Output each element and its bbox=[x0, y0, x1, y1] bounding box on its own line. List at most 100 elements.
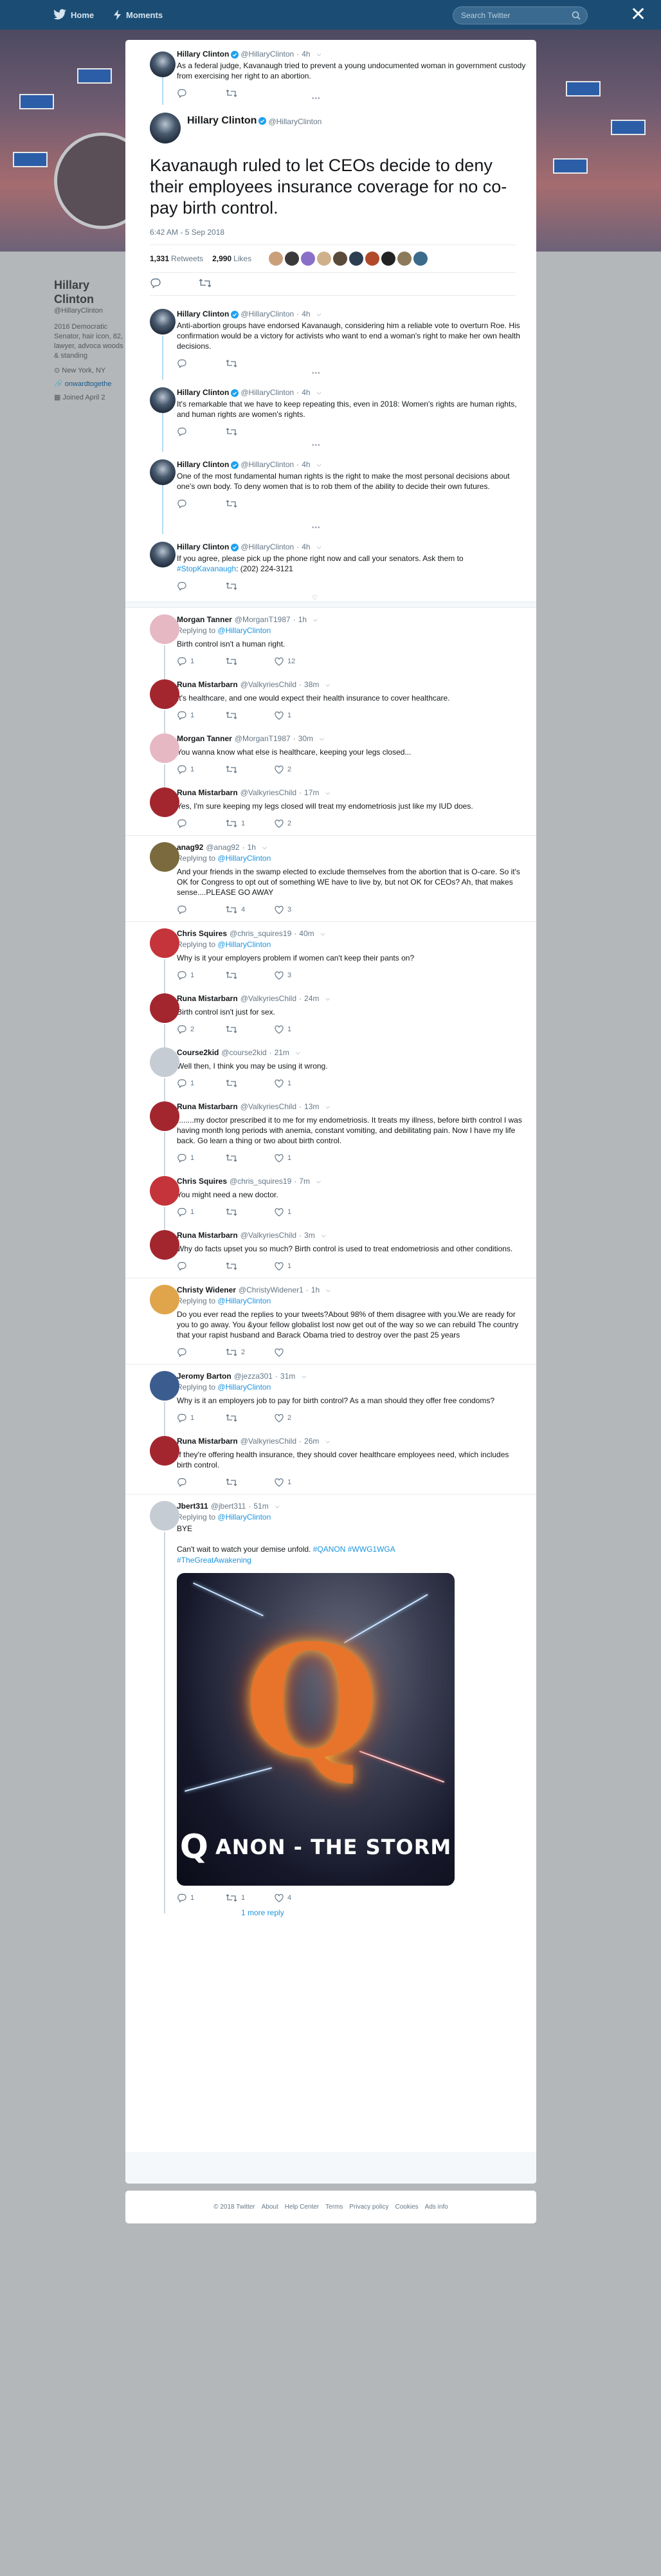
avatar[interactable] bbox=[150, 733, 179, 763]
nav-home[interactable]: Home bbox=[53, 0, 94, 30]
reply-button[interactable]: 1 bbox=[177, 1208, 226, 1217]
avatar[interactable] bbox=[150, 113, 181, 143]
chevron-down-icon[interactable]: ⌵ bbox=[262, 842, 267, 853]
chevron-down-icon[interactable]: ⌵ bbox=[321, 1230, 326, 1241]
chevron-down-icon[interactable]: ⌵ bbox=[325, 679, 330, 690]
reply-button[interactable] bbox=[177, 1348, 226, 1357]
chevron-down-icon[interactable]: ⌵ bbox=[320, 733, 324, 744]
retweet-button[interactable] bbox=[226, 658, 275, 665]
reply-tweet[interactable]: Runa Mistarbarn @ValkyriesChild · 17m ⌵ Yes, … bbox=[125, 781, 536, 836]
chevron-down-icon[interactable]: ⌵ bbox=[325, 993, 330, 1004]
like-button[interactable]: 2 bbox=[275, 819, 323, 828]
close-icon[interactable]: ✕ bbox=[630, 5, 646, 24]
nav-moments[interactable]: Moments bbox=[113, 0, 163, 30]
chevron-down-icon[interactable]: ⌵ bbox=[296, 1047, 300, 1058]
avatar[interactable] bbox=[150, 309, 176, 335]
like-button[interactable]: 1 bbox=[275, 1079, 323, 1088]
like-button[interactable]: 1 bbox=[275, 1262, 323, 1271]
reply-button[interactable] bbox=[177, 499, 226, 508]
reply-tweet[interactable]: Morgan Tanner @MorganT1987 · 1h ⌵ Replying to… bbox=[125, 608, 536, 679]
avatar[interactable] bbox=[150, 928, 179, 958]
avatar[interactable] bbox=[150, 1285, 179, 1314]
avatar[interactable] bbox=[150, 1371, 179, 1401]
reply-tweet[interactable]: Runa Mistarbarn @ValkyriesChild · 24m ⌵ Birth… bbox=[125, 987, 536, 1047]
retweet-button[interactable] bbox=[226, 500, 275, 508]
reply-tweet[interactable]: Runa Mistarbarn @ValkyriesChild · 13m ⌵.....… bbox=[125, 1095, 536, 1176]
avatar[interactable] bbox=[150, 542, 176, 567]
reply-button[interactable] bbox=[177, 1262, 226, 1271]
chevron-down-icon[interactable]: ⌵ bbox=[317, 542, 321, 553]
chevron-down-icon[interactable]: ⌵ bbox=[317, 49, 321, 60]
mention-link[interactable]: @HillaryClinton bbox=[217, 854, 271, 863]
reply-tweet[interactable]: Runa Mistarbarn @ValkyriesChild · 3m ⌵ Why do… bbox=[125, 1224, 536, 1278]
chevron-down-icon[interactable]: ⌵ bbox=[302, 1371, 306, 1382]
reply-button[interactable] bbox=[177, 905, 226, 914]
mention-link[interactable]: @HillaryClinton bbox=[217, 1383, 271, 1392]
reply-tweet[interactable]: Chris Squires @chris_squires19 · 40m ⌵ Replyi… bbox=[125, 922, 536, 993]
like-button[interactable]: 1 bbox=[275, 1154, 323, 1163]
liker-avatars[interactable] bbox=[267, 252, 428, 266]
retweet-button[interactable] bbox=[226, 1208, 275, 1216]
mention-link[interactable]: @HillaryClinton bbox=[217, 626, 271, 635]
chevron-down-icon[interactable]: ⌵ bbox=[316, 1176, 321, 1187]
reply-button[interactable]: 1 bbox=[177, 1893, 226, 1902]
avatar[interactable] bbox=[150, 1436, 179, 1466]
avatar[interactable] bbox=[150, 387, 176, 413]
hashtag-link[interactable]: #TheGreatAwakening bbox=[177, 1556, 251, 1565]
retweet-button[interactable]: 1 bbox=[226, 820, 275, 827]
reply-button[interactable]: 1 bbox=[177, 1079, 226, 1088]
retweet-button[interactable] bbox=[226, 1414, 275, 1422]
retweet-button[interactable]: 4 bbox=[226, 906, 275, 914]
retweet-button[interactable] bbox=[226, 1026, 275, 1033]
like-button[interactable]: 2 bbox=[275, 1413, 323, 1422]
like-count[interactable]: 2,990 Likes bbox=[212, 254, 251, 263]
mention-link[interactable]: @HillaryClinton bbox=[217, 1296, 271, 1305]
search-input[interactable]: Search Twitter bbox=[453, 6, 588, 24]
chevron-down-icon[interactable]: ⌵ bbox=[325, 1436, 330, 1447]
like-button[interactable]: 1 bbox=[275, 1208, 323, 1217]
avatar[interactable] bbox=[150, 1230, 179, 1260]
more-replies-link[interactable]: 1 more reply bbox=[177, 1904, 526, 1933]
chevron-down-icon[interactable]: ⌵ bbox=[321, 928, 325, 939]
reply-tweet[interactable]: Jeromy Barton @jezza301 · 31m ⌵ Replying to @… bbox=[125, 1365, 536, 1436]
reply-button[interactable]: 1 bbox=[177, 711, 226, 720]
retweet-button[interactable] bbox=[226, 766, 275, 773]
retweet-button[interactable] bbox=[226, 712, 275, 719]
retweet-count[interactable]: 1,331 Retweets bbox=[150, 254, 203, 263]
reply-button[interactable] bbox=[177, 89, 226, 98]
reply-tweet[interactable]: anag92 @anag92 · 1h ⌵ Replying to @HillaryCli… bbox=[125, 836, 536, 922]
footer-link-terms[interactable]: Terms bbox=[325, 2203, 343, 2211]
reply-tweet[interactable]: Runa Mistarbarn @ValkyriesChild · 38m ⌵ It's … bbox=[125, 673, 536, 733]
footer-link-cookies[interactable]: Cookies bbox=[395, 2203, 419, 2211]
avatar[interactable] bbox=[150, 1176, 179, 1206]
avatar[interactable] bbox=[150, 993, 179, 1023]
avatar[interactable] bbox=[150, 787, 179, 817]
reply-button[interactable] bbox=[177, 359, 226, 368]
reply-button[interactable] bbox=[177, 427, 226, 436]
retweet-button[interactable] bbox=[226, 971, 275, 979]
retweet-button[interactable]: 2 bbox=[226, 1348, 275, 1356]
ancestor-tweet[interactable]: Hillary Clinton @HillaryClinton · 4h ⌵ As a … bbox=[125, 40, 536, 105]
retweet-button[interactable] bbox=[226, 1080, 275, 1087]
hashtag-link[interactable]: #QANON #WWG1WGA bbox=[313, 1545, 395, 1554]
thread-tweet[interactable]: Hillary Clinton @HillaryClinton · 4h ⌵ Anti-… bbox=[125, 296, 536, 380]
reply-button[interactable]: 1 bbox=[177, 657, 226, 666]
avatar[interactable] bbox=[150, 1101, 179, 1131]
like-button[interactable]: 2 bbox=[275, 765, 323, 774]
chevron-down-icon[interactable]: ⌵ bbox=[325, 787, 330, 798]
like-button[interactable]: 3 bbox=[275, 905, 323, 914]
reply-tweet[interactable]: Chris Squires @chris_squires19 · 7m ⌵ You mig… bbox=[125, 1170, 536, 1230]
profile-website[interactable]: 🔗 onwardtogethe bbox=[54, 380, 126, 389]
reply-button[interactable]: 2 bbox=[177, 1025, 226, 1034]
footer-link-privacy[interactable]: Privacy policy bbox=[349, 2203, 388, 2211]
reply-button[interactable]: 1 bbox=[177, 1413, 226, 1422]
reply-tweet[interactable]: Morgan Tanner @MorganT1987 · 30m ⌵ You wanna … bbox=[125, 727, 536, 787]
avatar[interactable] bbox=[150, 459, 176, 485]
search-icon[interactable] bbox=[572, 11, 581, 20]
avatar[interactable] bbox=[150, 614, 179, 644]
retweet-button[interactable] bbox=[226, 360, 275, 367]
like-button[interactable]: 1 bbox=[275, 1025, 323, 1034]
like-button[interactable]: 1 bbox=[275, 1478, 323, 1487]
thread-tweet[interactable]: Hillary Clinton @HillaryClinton · 4h ⌵ It's … bbox=[125, 380, 536, 452]
reply-button[interactable]: 1 bbox=[177, 971, 226, 980]
